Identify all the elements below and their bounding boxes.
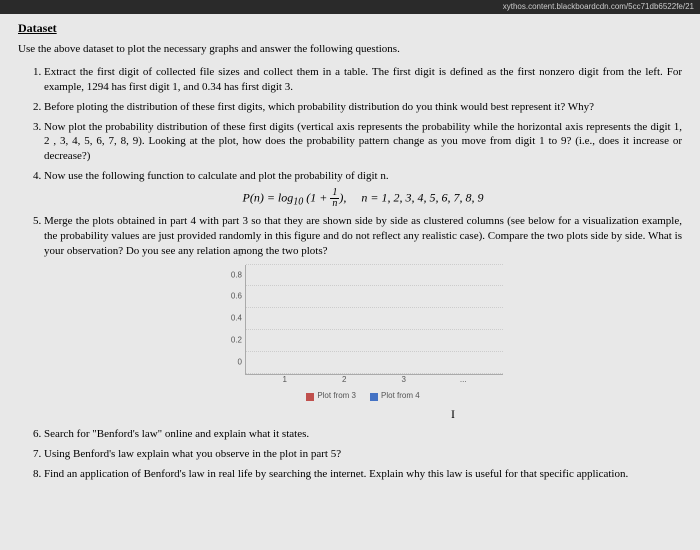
ytick-label: 1 <box>238 248 242 259</box>
xtick-label: 1 <box>265 375 305 386</box>
xtick-label: 2 <box>324 375 364 386</box>
formula-sub: 10 <box>293 197 303 208</box>
intro-text: Use the above dataset to plot the necess… <box>18 42 682 57</box>
question-4-lead: Now use the following function to calcul… <box>44 170 389 182</box>
question-8: Find an application of Benford's law in … <box>44 467 682 482</box>
formula-close: ), <box>339 190 346 204</box>
ytick-label: 0.4 <box>231 314 242 325</box>
question-3: Now plot the probability distribution of… <box>44 120 682 165</box>
question-list: Extract the first digit of collected fil… <box>18 65 682 482</box>
document-body: Dataset Use the above dataset to plot th… <box>18 20 682 482</box>
ytick-label: 0.8 <box>231 270 242 281</box>
legend-label-b: Plot from 4 <box>381 391 420 402</box>
swatch-plot4 <box>370 393 378 401</box>
formula-rhs: n = 1, 2, 3, 4, 5, 6, 7, 8, 9 <box>361 190 483 204</box>
chart-area: 00.20.40.60.81 <box>245 265 503 375</box>
ytick-label: 0 <box>238 357 242 368</box>
question-5: Merge the plots obtained in part 4 with … <box>44 214 682 422</box>
window-titlebar: xythos.content.blackboardcdn.com/5cc71db… <box>0 0 700 14</box>
formula: P(n) = log10 (1 + 1 n ), n = 1, 2, 3, 4,… <box>44 188 682 209</box>
question-6: Search for "Benford's law" online and ex… <box>44 427 682 442</box>
chart-legend: Plot from 3 Plot from 4 <box>223 391 503 402</box>
x-axis-labels: 1 2 3... <box>245 375 503 386</box>
legend-label-a: Plot from 3 <box>317 391 356 402</box>
text-cursor-icon: I <box>224 406 682 422</box>
question-4: Now use the following function to calcul… <box>44 169 682 209</box>
section-heading: Dataset <box>18 20 682 36</box>
xtick-label: ... <box>443 375 483 386</box>
question-7: Using Benford's law explain what you obs… <box>44 447 682 462</box>
bar-groups <box>246 265 503 374</box>
xtick-label: 3 <box>384 375 424 386</box>
swatch-plot3 <box>306 393 314 401</box>
formula-open: (1 + <box>306 190 327 204</box>
question-2: Before ploting the distribution of these… <box>44 100 682 115</box>
legend-item-b: Plot from 4 <box>370 391 420 402</box>
y-axis-labels: 00.20.40.60.81 <box>224 265 244 374</box>
ytick-label: 0.6 <box>231 292 242 303</box>
question-1: Extract the first digit of collected fil… <box>44 65 682 95</box>
question-5-text: Merge the plots obtained in part 4 with … <box>44 215 682 257</box>
legend-item-a: Plot from 3 <box>306 391 356 402</box>
ytick-label: 0.2 <box>231 336 242 347</box>
example-chart: 00.20.40.60.81 1 2 3... Plot from 3 Plot f… <box>223 265 503 403</box>
formula-lhs: P(n) = log <box>243 190 294 204</box>
